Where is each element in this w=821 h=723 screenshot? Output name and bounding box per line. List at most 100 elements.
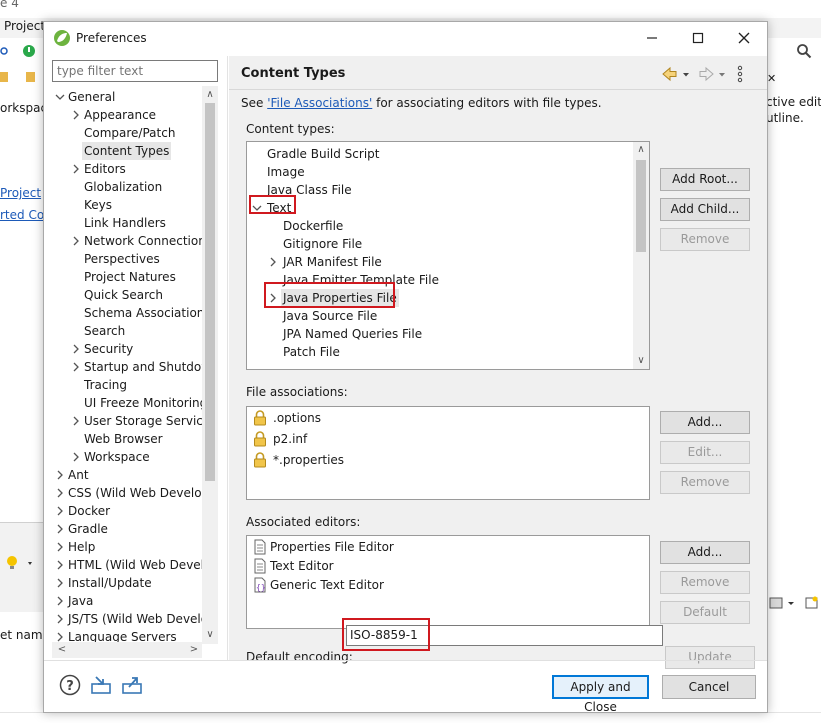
- back-arrow-icon[interactable]: [662, 66, 677, 82]
- associated-editors-list[interactable]: Properties File Editor Text Editor {} Gener…: [246, 535, 650, 629]
- remove-file-association-button[interactable]: Remove: [660, 471, 750, 494]
- content-type-label: Java Emitter Template File: [283, 273, 439, 287]
- lock-icon: [254, 452, 266, 468]
- tree-item-label: Compare/Patch: [84, 126, 176, 140]
- help-icon[interactable]: ?: [59, 674, 81, 696]
- chevron-right-icon[interactable]: [71, 340, 81, 358]
- close-view-icon[interactable]: ✕: [767, 72, 776, 85]
- hint-prefix: See: [241, 96, 268, 110]
- background-toolbar-icons[interactable]: [0, 43, 44, 59]
- chevron-down-icon[interactable]: [55, 88, 65, 106]
- minimize-button[interactable]: [629, 22, 675, 54]
- add-child-button[interactable]: Add Child...: [660, 198, 750, 221]
- update-button[interactable]: Update: [665, 646, 755, 669]
- remove-editor-button[interactable]: Remove: [660, 571, 750, 594]
- cancel-button[interactable]: Cancel: [662, 675, 756, 699]
- scroll-up-icon[interactable]: ∧: [202, 87, 218, 103]
- chevron-right-icon[interactable]: [71, 160, 81, 178]
- content-types-scrollbar[interactable]: ∧ ∨: [633, 142, 649, 369]
- tree-item-label: Network Connection:: [84, 234, 210, 248]
- chevron-right-icon[interactable]: [55, 592, 65, 610]
- footer-separator: [44, 660, 767, 661]
- background-title-fragment: e 4: [0, 0, 19, 10]
- background-right-text-2: utline.: [766, 111, 804, 125]
- document-icon: [254, 558, 266, 574]
- default-encoding-label: Default encoding:: [246, 650, 353, 664]
- tree-vertical-scrollbar[interactable]: ∧ ∨: [202, 86, 218, 644]
- content-type-label: Patch File: [283, 345, 340, 359]
- scroll-left-icon[interactable]: <: [54, 642, 70, 658]
- content-type-label: Gitignore File: [283, 237, 363, 251]
- add-file-association-button[interactable]: Add...: [660, 411, 750, 434]
- filter-input[interactable]: [52, 60, 218, 82]
- svg-text:{}: {}: [256, 583, 266, 592]
- tree-item-label: Web Browser: [84, 432, 163, 446]
- add-editor-button[interactable]: Add...: [660, 541, 750, 564]
- chevron-right-icon[interactable]: [71, 106, 81, 124]
- forward-dropdown-icon[interactable]: [719, 73, 725, 77]
- tree-item-label: Docker: [68, 504, 111, 518]
- chevron-right-icon[interactable]: [55, 556, 65, 574]
- chevron-right-icon[interactable]: [71, 232, 81, 250]
- scroll-down-icon[interactable]: ∨: [202, 627, 218, 643]
- forward-arrow-icon[interactable]: [699, 66, 714, 82]
- tree-item-label: Help: [68, 540, 96, 554]
- export-preferences-icon[interactable]: [121, 674, 143, 696]
- tree-horizontal-scrollbar[interactable]: < >: [52, 642, 202, 658]
- background-toolbar-icons-2[interactable]: [0, 69, 44, 85]
- view-menu-icon[interactable]: [737, 65, 743, 83]
- title-separator: [229, 89, 767, 90]
- chevron-right-icon[interactable]: [71, 412, 81, 430]
- add-root-button[interactable]: Add Root...: [660, 168, 750, 191]
- chevron-right-icon[interactable]: [55, 484, 65, 502]
- chevron-right-icon[interactable]: [55, 610, 65, 628]
- back-dropdown-icon[interactable]: [683, 73, 689, 77]
- file-associations-list[interactable]: .options p2.inf *.properties: [246, 406, 650, 500]
- pane-divider[interactable]: [227, 56, 228, 660]
- tree-item-label: Project Natures: [84, 270, 176, 284]
- page-navigation-icons[interactable]: [661, 64, 761, 84]
- tree-item-label: Search: [84, 324, 126, 338]
- content-type-label: Dockerfile: [283, 219, 344, 233]
- document-icon: [254, 539, 266, 555]
- content-type-label: Gradle Build Script: [267, 147, 380, 161]
- dialog-titlebar[interactable]: Preferences: [44, 22, 767, 54]
- import-preferences-icon[interactable]: [90, 674, 112, 696]
- file-associations-label: File associations:: [246, 385, 348, 399]
- chevron-down-icon[interactable]: [252, 199, 262, 217]
- file-associations-link[interactable]: 'File Associations': [267, 96, 372, 110]
- tree-item-label: CSS (Wild Web Develop: [68, 486, 210, 500]
- scroll-right-icon[interactable]: >: [186, 642, 202, 658]
- preferences-tree[interactable]: General Appearance Compare/Patch Content Ty…: [52, 86, 218, 658]
- chevron-right-icon[interactable]: [55, 466, 65, 484]
- remove-content-type-button[interactable]: Remove: [660, 228, 750, 251]
- search-icon[interactable]: [796, 43, 812, 59]
- close-button[interactable]: [721, 22, 767, 54]
- background-project-link[interactable]: Project: [0, 186, 41, 200]
- content-types-scroll-thumb[interactable]: [636, 160, 646, 252]
- chevron-right-icon[interactable]: [268, 253, 278, 271]
- chevron-right-icon[interactable]: [55, 574, 65, 592]
- chevron-right-icon[interactable]: [55, 538, 65, 556]
- default-editor-button[interactable]: Default: [660, 601, 750, 624]
- file-associations-hint: See 'File Associations' for associating …: [241, 96, 602, 110]
- tree-scroll-thumb[interactable]: [205, 103, 215, 481]
- generic-editor-icon: {}: [254, 577, 266, 593]
- apply-and-close-button[interactable]: Apply and Close: [552, 675, 649, 714]
- content-types-page: Content Types See 'File Associations' fo…: [229, 56, 767, 669]
- chevron-right-icon[interactable]: [268, 289, 278, 307]
- scroll-up-icon[interactable]: ∧: [633, 142, 649, 158]
- file-association-label: p2.inf: [273, 432, 308, 446]
- chevron-right-icon[interactable]: [55, 502, 65, 520]
- view-toolbar-icons[interactable]: [768, 595, 820, 611]
- scroll-down-icon[interactable]: ∨: [633, 353, 649, 369]
- content-types-tree[interactable]: Gradle Build Script Image Java Class File T…: [246, 141, 650, 370]
- chevron-right-icon[interactable]: [71, 448, 81, 466]
- maximize-button[interactable]: [675, 22, 721, 54]
- edit-file-association-button[interactable]: Edit...: [660, 441, 750, 464]
- chevron-right-icon[interactable]: [55, 520, 65, 538]
- tree-item-label: Appearance: [84, 108, 157, 122]
- default-encoding-input[interactable]: ISO-8859-1: [346, 625, 663, 646]
- chevron-right-icon[interactable]: [71, 358, 81, 376]
- lightbulb-icon[interactable]: [4, 554, 34, 572]
